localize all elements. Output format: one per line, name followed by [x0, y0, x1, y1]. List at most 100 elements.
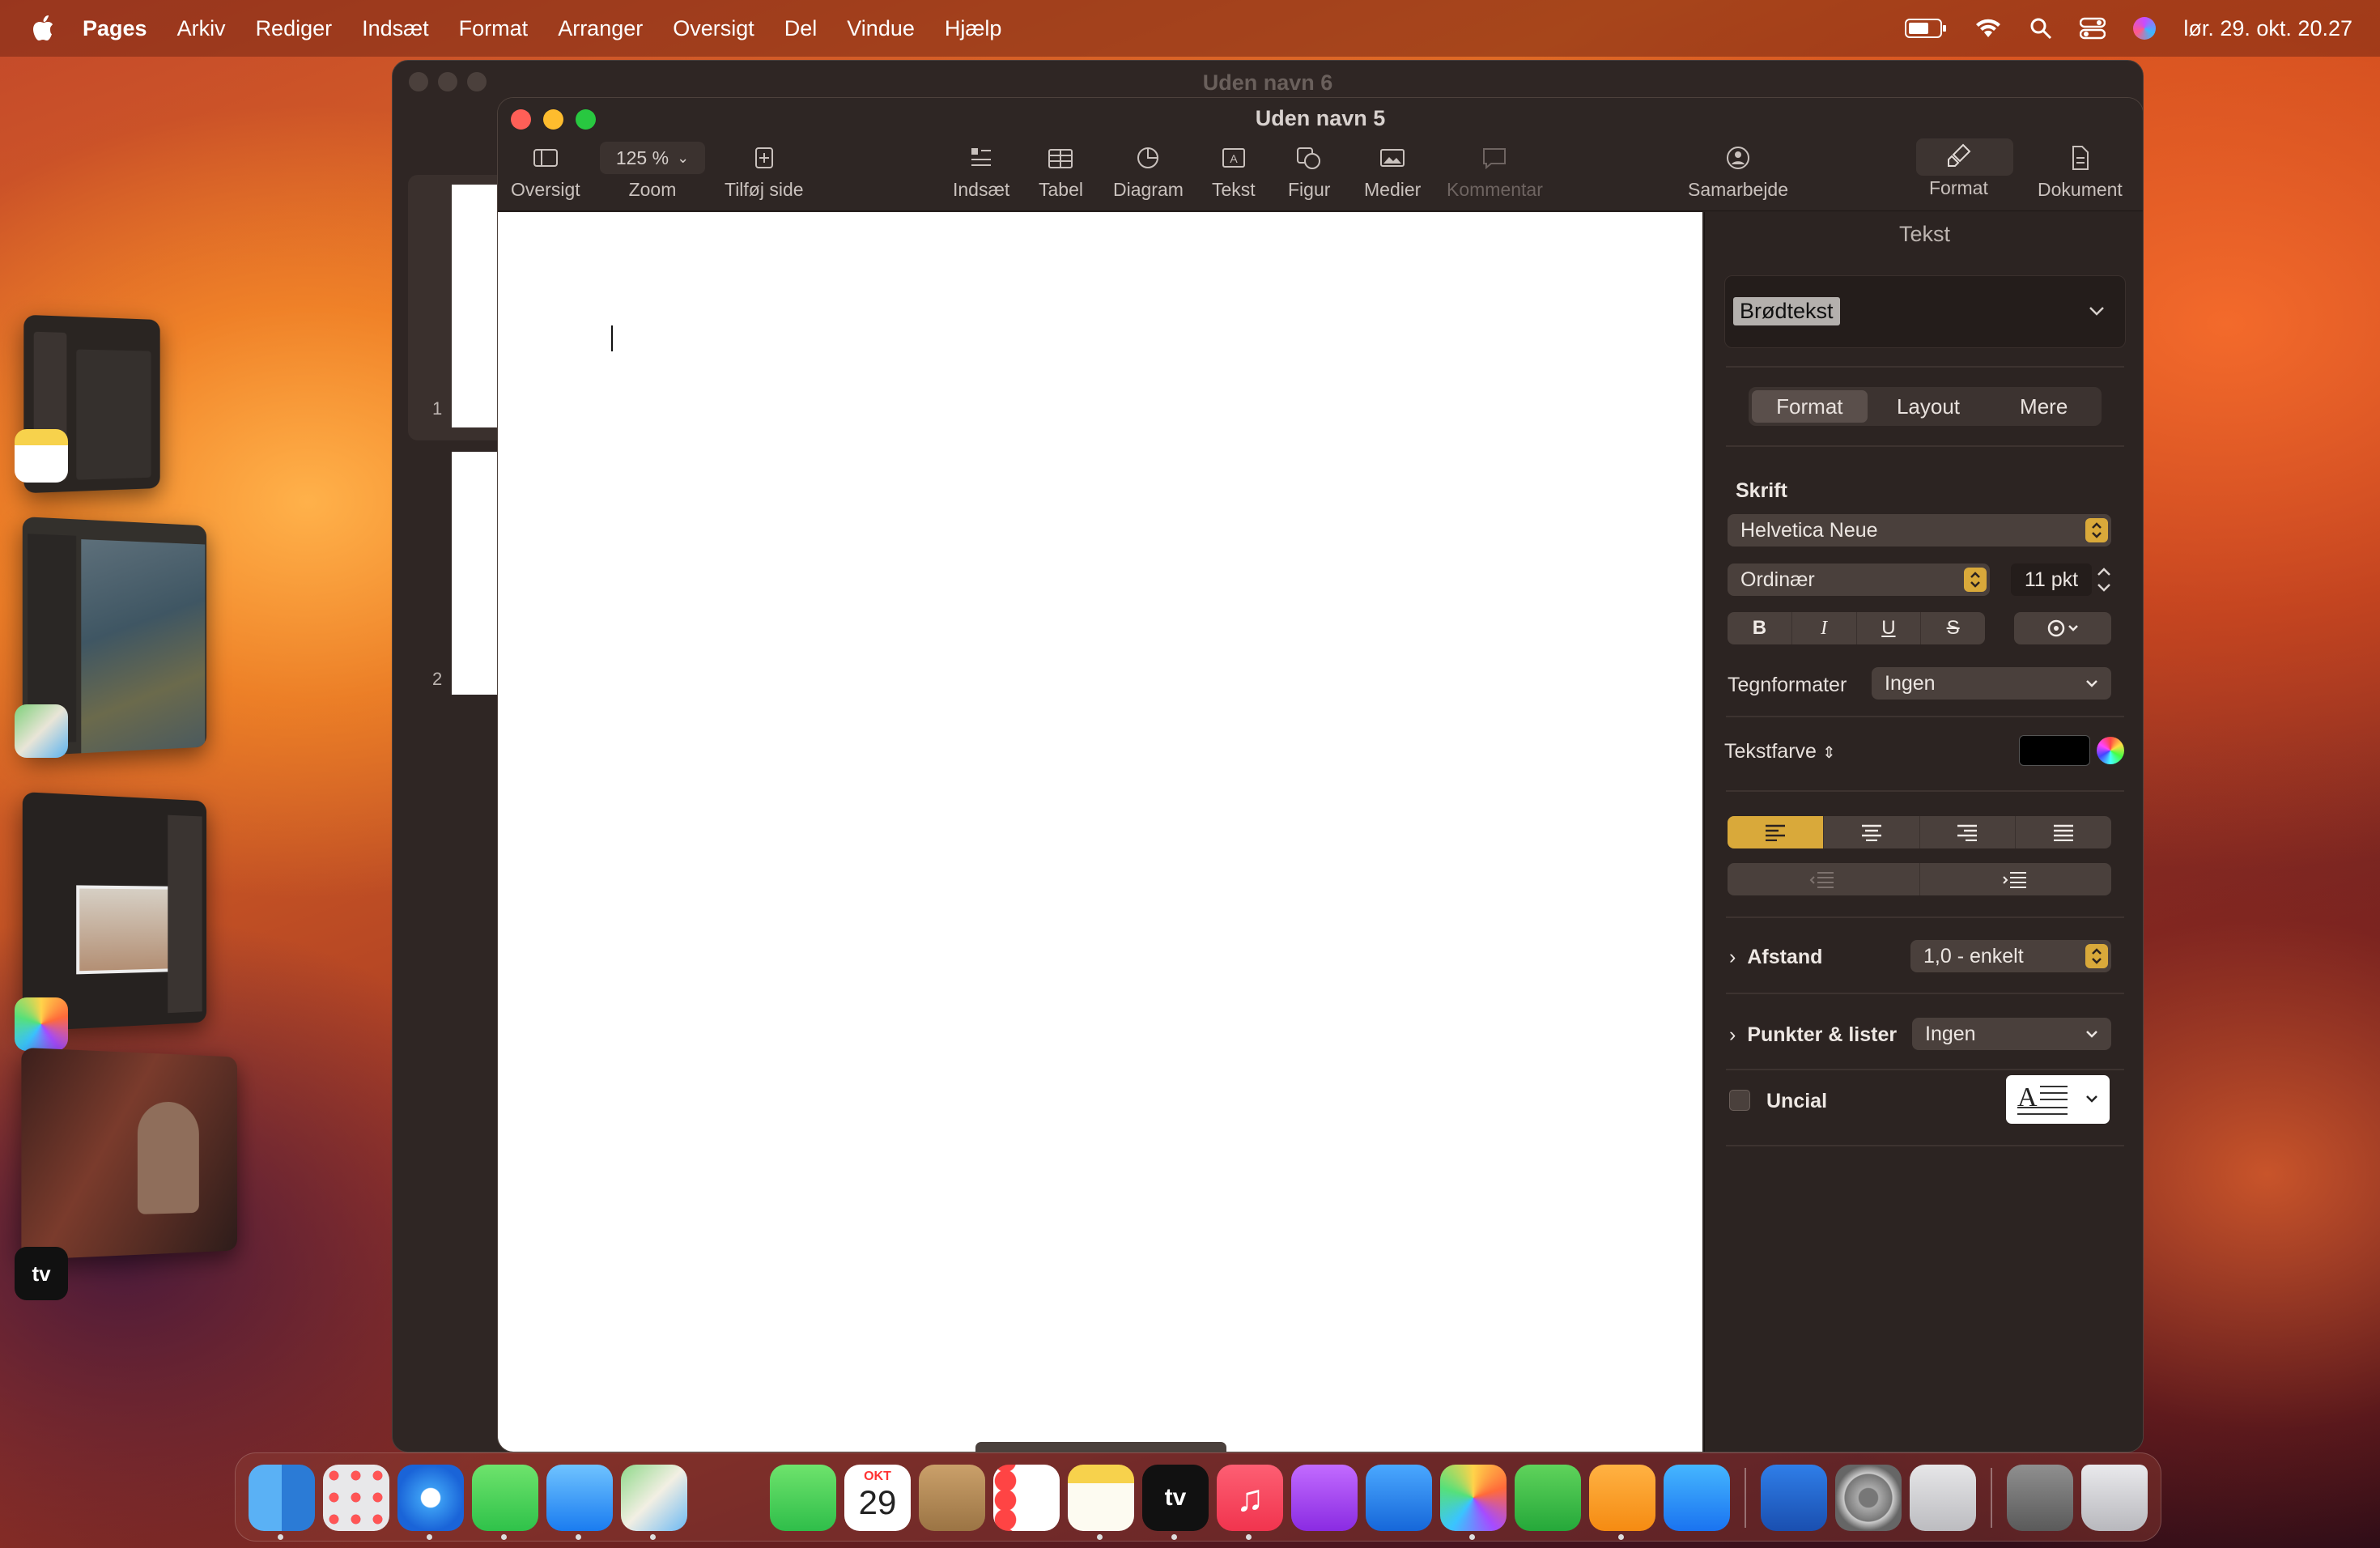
- keynote-icon[interactable]: [1366, 1465, 1432, 1531]
- menu-arkiv[interactable]: Arkiv: [177, 16, 226, 41]
- mail-icon[interactable]: [546, 1465, 613, 1531]
- messages-icon[interactable]: [472, 1465, 538, 1531]
- text-color-well[interactable]: [2019, 735, 2090, 766]
- maps-app-icon[interactable]: [15, 704, 68, 758]
- char-styles-popup[interactable]: Ingen: [1872, 667, 2111, 700]
- menu-del[interactable]: Del: [784, 16, 818, 41]
- add-page-button[interactable]: Tilføj side: [725, 143, 804, 201]
- siri-icon[interactable]: [2133, 17, 2156, 40]
- italic-button[interactable]: I: [1792, 612, 1857, 644]
- downloads-stack-icon[interactable]: [2007, 1465, 2073, 1531]
- system-settings-icon[interactable]: [1835, 1465, 1902, 1531]
- menu-vindue[interactable]: Vindue: [847, 16, 915, 41]
- pixelmator-app-icon[interactable]: [15, 997, 68, 1051]
- comment-button[interactable]: Kommentar: [1447, 143, 1543, 201]
- format-inspector-button[interactable]: Format: [1929, 142, 1988, 199]
- music-icon[interactable]: ♫: [1217, 1465, 1283, 1531]
- oversigt-button[interactable]: Oversigt: [511, 143, 580, 201]
- launchpad-icon[interactable]: [323, 1465, 389, 1531]
- align-right-button[interactable]: [1920, 816, 2017, 848]
- facetime-icon[interactable]: [770, 1465, 836, 1531]
- notes-icon[interactable]: [1068, 1465, 1134, 1531]
- font-style-popup[interactable]: Ordinær: [1728, 563, 1990, 596]
- menu-app-name[interactable]: Pages: [83, 16, 147, 41]
- control-center-icon[interactable]: [2080, 17, 2106, 40]
- calendar-icon[interactable]: OKT 29: [844, 1465, 911, 1531]
- format-sidebar: Tekst Brødtekst Format Layout Mere Skrif…: [1704, 212, 2144, 1452]
- dropcap-checkbox[interactable]: [1729, 1090, 1750, 1111]
- document-canvas[interactable]: [498, 212, 1702, 1452]
- decrease-indent-button[interactable]: [1728, 863, 1920, 895]
- menu-clock[interactable]: lør. 29. okt. 20.27: [2183, 16, 2352, 41]
- horizontal-scrollbar[interactable]: [975, 1442, 1226, 1452]
- paragraph-style-popup[interactable]: Brødtekst: [1724, 275, 2126, 348]
- menu-indsaet[interactable]: Indsæt: [362, 16, 429, 41]
- photos-icon[interactable]: [695, 1465, 762, 1531]
- safari-icon[interactable]: [397, 1465, 464, 1531]
- underline-button[interactable]: U: [1857, 612, 1922, 644]
- zoom-control[interactable]: 125 % ⌄ Zoom: [600, 142, 705, 201]
- menu-rediger[interactable]: Rediger: [256, 16, 333, 41]
- spacing-popup[interactable]: 1,0 - enkelt: [1910, 940, 2111, 972]
- menu-hjaelp[interactable]: Hjælp: [945, 16, 1002, 41]
- insert-button[interactable]: Indsæt: [953, 143, 1009, 201]
- app-store-icon[interactable]: [1664, 1465, 1730, 1531]
- contacts-icon[interactable]: [919, 1465, 985, 1531]
- increase-indent-button[interactable]: [1920, 863, 2112, 895]
- apple-tv-app-icon[interactable]: tv: [15, 1247, 68, 1300]
- menu-arranger[interactable]: Arranger: [558, 16, 643, 41]
- tab-mere[interactable]: Mere: [1986, 394, 2102, 419]
- align-justify-button[interactable]: [2016, 816, 2111, 848]
- pages-icon[interactable]: [1589, 1465, 1655, 1531]
- text-button[interactable]: A Tekst: [1212, 143, 1256, 201]
- dock: OKT 29 tv ♫: [235, 1452, 2161, 1542]
- page-thumbnail-1[interactable]: 1: [408, 175, 497, 440]
- zoom-popup[interactable]: 125 % ⌄: [600, 142, 705, 174]
- font-size-stepper[interactable]: [2093, 562, 2114, 598]
- color-wheel-icon[interactable]: [2097, 737, 2124, 764]
- preview-icon[interactable]: [1910, 1465, 1976, 1531]
- reminders-icon[interactable]: [993, 1465, 1060, 1531]
- tab-layout[interactable]: Layout: [1871, 394, 1987, 419]
- wifi-icon[interactable]: [1974, 18, 2002, 39]
- shape-button[interactable]: Figur: [1288, 143, 1330, 201]
- pixelmator-icon[interactable]: [1440, 1465, 1507, 1531]
- strikethrough-button[interactable]: S: [1921, 612, 1985, 644]
- align-center-button[interactable]: [1824, 816, 1920, 848]
- finder-icon[interactable]: [249, 1465, 315, 1531]
- maps-icon[interactable]: [621, 1465, 687, 1531]
- numbers-icon[interactable]: [1515, 1465, 1581, 1531]
- apple-icon[interactable]: [31, 15, 55, 42]
- menu-oversigt[interactable]: Oversigt: [673, 16, 754, 41]
- notes-app-icon[interactable]: [15, 429, 68, 483]
- menu-format[interactable]: Format: [459, 16, 529, 41]
- page-thumbnail-2[interactable]: [452, 452, 497, 695]
- bullets-disclosure[interactable]: › Punkter & lister: [1729, 1023, 1897, 1047]
- dropcap-style-popup[interactable]: A: [2006, 1075, 2110, 1124]
- document-inspector-button[interactable]: Dokument: [2038, 143, 2123, 201]
- table-button[interactable]: Tabel: [1039, 143, 1083, 201]
- podcasts-icon[interactable]: [1291, 1465, 1358, 1531]
- text-color-label[interactable]: Tekstfarve ⇕: [1724, 740, 1836, 763]
- document-window[interactable]: Uden navn 5 Oversigt 125 % ⌄ Zoom Tilføj …: [497, 97, 2144, 1452]
- chart-button[interactable]: Diagram: [1113, 143, 1184, 201]
- spotlight-search-icon[interactable]: [2029, 17, 2052, 40]
- calendar-day: 29: [844, 1484, 911, 1521]
- battery-icon[interactable]: [1905, 18, 1947, 39]
- advanced-options-button[interactable]: [2014, 612, 2111, 644]
- bold-button[interactable]: B: [1728, 612, 1792, 644]
- stage-tv-window[interactable]: [21, 1048, 237, 1260]
- weather-icon[interactable]: [1761, 1465, 1827, 1531]
- media-button[interactable]: Medier: [1364, 143, 1421, 201]
- spacing-disclosure[interactable]: › Afstand: [1729, 946, 1822, 969]
- chevron-down-icon: [2084, 675, 2100, 691]
- stage-pixelmator-window[interactable]: [23, 792, 206, 1031]
- tv-icon[interactable]: tv: [1142, 1465, 1209, 1531]
- trash-icon[interactable]: [2081, 1465, 2148, 1531]
- font-family-popup[interactable]: Helvetica Neue: [1728, 514, 2111, 546]
- bullets-popup[interactable]: Ingen: [1912, 1018, 2111, 1050]
- font-size-field[interactable]: 11 pkt: [2011, 563, 2092, 596]
- collaborate-button[interactable]: Samarbejde: [1688, 143, 1788, 201]
- align-left-button[interactable]: [1728, 816, 1824, 848]
- tab-format[interactable]: Format: [1752, 390, 1868, 423]
